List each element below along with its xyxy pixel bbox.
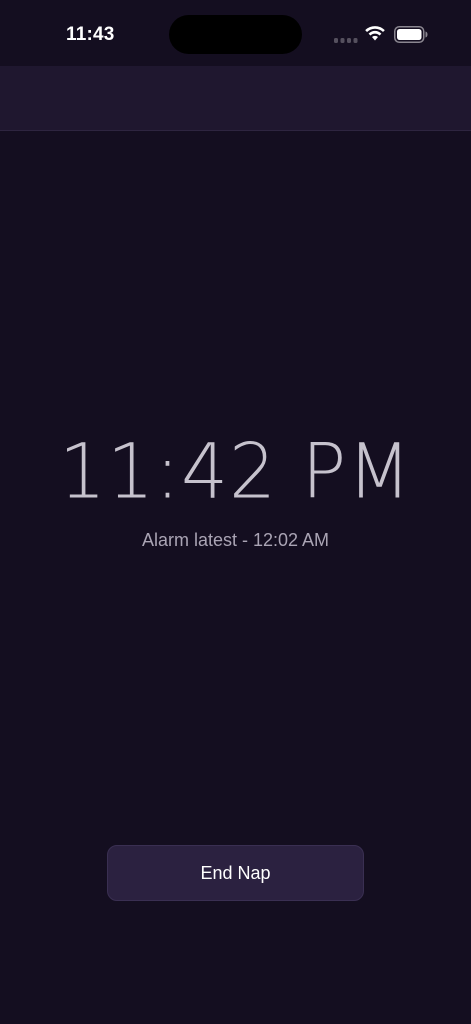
status-bar: 11:43 [0, 0, 471, 66]
nav-header [0, 66, 471, 131]
signal-icon [334, 38, 358, 43]
status-time: 11:43 [66, 24, 115, 45]
dynamic-island [169, 15, 302, 54]
wifi-icon [365, 26, 385, 41]
current-time: 11:42 PM [58, 428, 413, 516]
alarm-latest-label: Alarm latest - 12:02 AM [141, 530, 330, 550]
battery-icon [394, 26, 428, 43]
end-nap-button[interactable]: End Nap [107, 845, 364, 901]
